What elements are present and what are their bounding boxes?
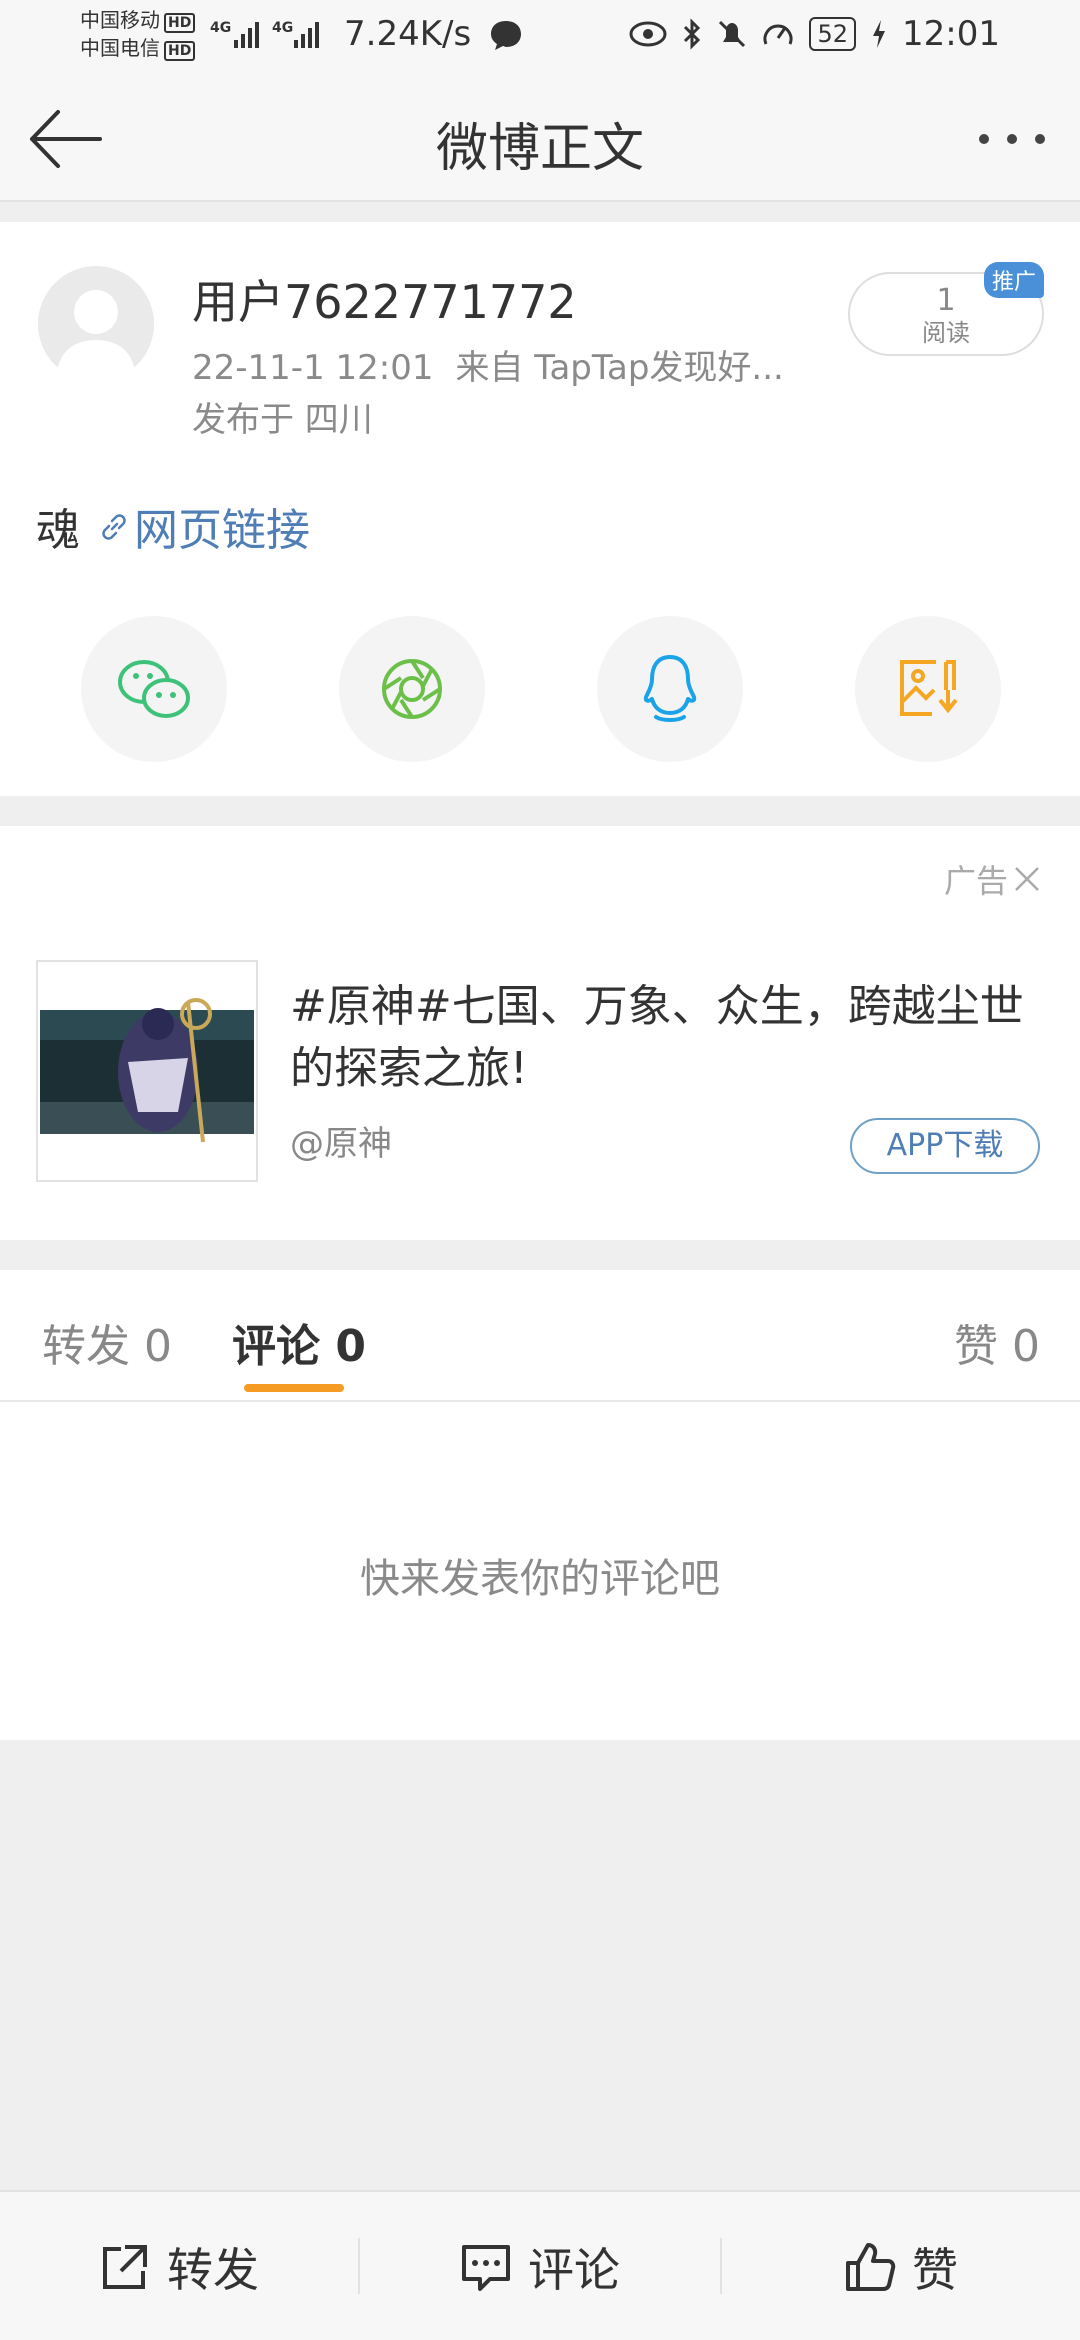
battery-indicator: 52 (809, 17, 857, 51)
save-image-icon (900, 660, 958, 716)
carrier-2: 中国电信 (80, 36, 160, 60)
web-link-label: 网页链接 (134, 505, 310, 556)
share-moments-button[interactable] (339, 616, 485, 762)
ad-thumbnail[interactable] (36, 960, 258, 1182)
comment-label: 评论 (528, 2243, 620, 2297)
tab-like[interactable]: 赞 0 (954, 1310, 1040, 1374)
eye-icon (629, 21, 667, 47)
ad-label: 广告 (943, 862, 1008, 900)
bottom-action-bar: 转发 评论 赞 (0, 2190, 1080, 2340)
repost-icon (103, 2245, 147, 2289)
link-icon (102, 514, 126, 540)
hd-badge: HD (164, 13, 196, 33)
clock: 12:01 (902, 14, 1000, 54)
divider (0, 1400, 1080, 1402)
web-link[interactable]: 网页链接 (98, 494, 310, 558)
more-button[interactable] (972, 114, 1052, 164)
read-label: 阅读 (922, 319, 970, 347)
repost-button[interactable]: 转发 (0, 2192, 358, 2340)
ad-card[interactable]: 广告 #原神#七国、万象、众生，跨越尘世的探索之旅! @原神 APP下载 (0, 826, 1080, 1240)
app-download-button[interactable]: APP下载 (850, 1118, 1040, 1174)
more-dots-icon (979, 134, 1045, 144)
wechat-icon (118, 660, 190, 718)
mute-bell-icon (719, 20, 746, 48)
qq-icon (643, 655, 697, 722)
thumbs-up-icon (846, 2243, 896, 2291)
repost-label: 转发 (167, 2243, 259, 2297)
close-icon[interactable] (1012, 864, 1042, 894)
comment-button[interactable]: 评论 (360, 2192, 720, 2340)
charging-icon (873, 20, 886, 48)
carrier-info: 中国移动 HD 中国电信 HD (80, 6, 196, 62)
ad-image (38, 962, 256, 1180)
post-text: 魂 网页链接 (36, 494, 310, 558)
speedometer-icon (763, 24, 793, 45)
ad-text[interactable]: #原神#七国、万象、众生，跨越尘世的探索之旅! (290, 976, 1050, 1100)
interaction-tabs: 转发 0 评论 0 赞 0 快来发表你的评论吧 (0, 1270, 1080, 1740)
share-qq-button[interactable] (597, 616, 743, 762)
empty-comments-hint: 快来发表你的评论吧 (360, 1556, 720, 1602)
signal-icon (294, 22, 319, 48)
ad-account[interactable]: @原神 (290, 1116, 392, 1165)
avatar[interactable] (38, 266, 154, 382)
post-body: 魂 (36, 505, 80, 556)
share-wechat-button[interactable] (81, 616, 227, 762)
like-button[interactable]: 赞 (722, 2192, 1080, 2340)
promo-badge[interactable]: 推广 (983, 262, 1044, 298)
status-bar: 中国移动 HD 中国电信 HD 4G 4G 7.24K/s 52 12:01 (0, 0, 1080, 72)
post-card: 用户7622771772 22-11-1 12:01 来自 TapTap发现好..… (0, 222, 1080, 796)
status-right: 52 12:01 (629, 14, 1000, 54)
post-source[interactable]: 来自 TapTap发现好... (456, 348, 784, 388)
network-type-2: 4G (272, 20, 294, 36)
post-location: 发布于 四川 (192, 400, 373, 440)
tab-comment[interactable]: 评论 0 (232, 1310, 366, 1374)
like-label: 赞 (912, 2243, 958, 2297)
nav-bar: 微博正文 (0, 72, 1080, 202)
ad-tag[interactable]: 广告 (944, 856, 1042, 902)
post-time: 22-11-1 12:01 (192, 348, 434, 388)
post-meta: 22-11-1 12:01 来自 TapTap发现好... (192, 340, 784, 389)
signal-icon (234, 22, 259, 48)
moments-icon (382, 659, 442, 719)
network-speed: 7.24K/s (344, 14, 472, 54)
default-avatar-icon (56, 290, 136, 382)
network-type-1: 4G (210, 20, 232, 36)
page-title: 微博正文 (435, 119, 644, 179)
hd-badge: HD (164, 41, 196, 61)
comment-icon (462, 2245, 510, 2291)
share-row (0, 616, 1080, 762)
tab-repost[interactable]: 转发 0 (42, 1310, 172, 1374)
message-icon (491, 21, 521, 50)
username[interactable]: 用户7622771772 (192, 266, 577, 332)
bluetooth-icon (684, 18, 701, 50)
save-image-button[interactable] (855, 616, 1001, 762)
carrier-1: 中国移动 (80, 8, 160, 32)
active-tab-indicator (244, 1384, 344, 1392)
